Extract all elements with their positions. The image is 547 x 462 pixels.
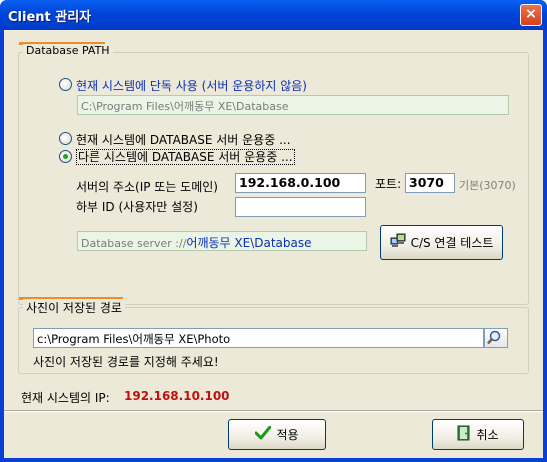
network-computers-icon xyxy=(390,233,406,252)
client-manager-window: Client 관리자 × Database PATH 현재 시스템에 단독 사용… xyxy=(0,0,547,462)
server-address-label: 서버의 주소(IP 또는 도메인) xyxy=(76,180,218,194)
server-db-path-field: Database server ://어깨동무 XE\Database xyxy=(77,231,367,251)
connection-test-label: C/S 연결 테스트 xyxy=(410,236,494,250)
browse-button[interactable] xyxy=(484,328,508,348)
window-title: Client 관리자 xyxy=(8,10,92,25)
port-default-hint: 기본(3070) xyxy=(459,179,516,192)
current-ip-label: 현재 시스템의 IP: xyxy=(21,391,110,405)
server-address-input[interactable]: 192.168.0.100 xyxy=(235,173,366,193)
close-icon: × xyxy=(525,6,537,22)
dialog-body: Database PATH 현재 시스템에 단독 사용 (서버 운용하지 않음)… xyxy=(4,30,543,458)
footer-divider xyxy=(4,410,543,412)
connection-test-button[interactable]: C/S 연결 테스트 xyxy=(380,225,503,260)
photo-path-group: 사진이 저장된 경로 c:\Program Files\어깨동무 XE\Phot… xyxy=(18,297,529,374)
cancel-label: 취소 xyxy=(476,428,499,442)
exit-door-icon xyxy=(457,425,471,444)
radio-local-server-label[interactable]: 현재 시스템에 DATABASE 서버 운용중 ... xyxy=(76,131,291,148)
server-path-value: 어깨동무 XE\Database xyxy=(186,236,312,250)
port-label: 포트: xyxy=(375,177,402,191)
photo-path-legend: 사진이 저장된 경로 xyxy=(23,299,125,316)
radio-remote-server[interactable] xyxy=(59,150,72,163)
server-path-prefix: Database server :// xyxy=(81,237,187,250)
radio-standalone-label[interactable]: 현재 시스템에 단독 사용 (서버 운용하지 않음) xyxy=(76,77,307,94)
close-button[interactable]: × xyxy=(520,4,542,26)
title-bar[interactable]: Client 관리자 × xyxy=(0,0,547,30)
photo-path-hint: 사진이 저장된 경로를 지정해 주세요! xyxy=(33,355,219,369)
local-db-path-field: C:\Program Files\어깨동무 XE\Database xyxy=(77,95,509,115)
database-path-group: Database PATH 현재 시스템에 단독 사용 (서버 운용하지 않음)… xyxy=(18,42,529,305)
radio-local-server[interactable] xyxy=(59,132,72,145)
apply-button[interactable]: 적용 xyxy=(228,419,326,450)
database-path-legend: Database PATH xyxy=(23,44,113,57)
radio-remote-server-label[interactable]: 다른 시스템에 DATABASE 서버 운용중 ... xyxy=(76,149,295,165)
photo-path-input[interactable]: c:\Program Files\어깨동무 XE\Photo xyxy=(33,328,484,348)
magnifier-icon xyxy=(485,330,507,350)
apply-label: 적용 xyxy=(276,428,299,442)
port-input[interactable]: 3070 xyxy=(405,173,455,193)
sub-id-input[interactable] xyxy=(235,197,366,217)
current-ip-value: 192.168.10.100 xyxy=(124,389,230,403)
sub-id-label: 하부 ID (사용자만 설정) xyxy=(76,200,198,214)
radio-standalone[interactable] xyxy=(59,78,72,91)
check-icon xyxy=(254,425,272,443)
cancel-button[interactable]: 취소 xyxy=(432,419,524,450)
